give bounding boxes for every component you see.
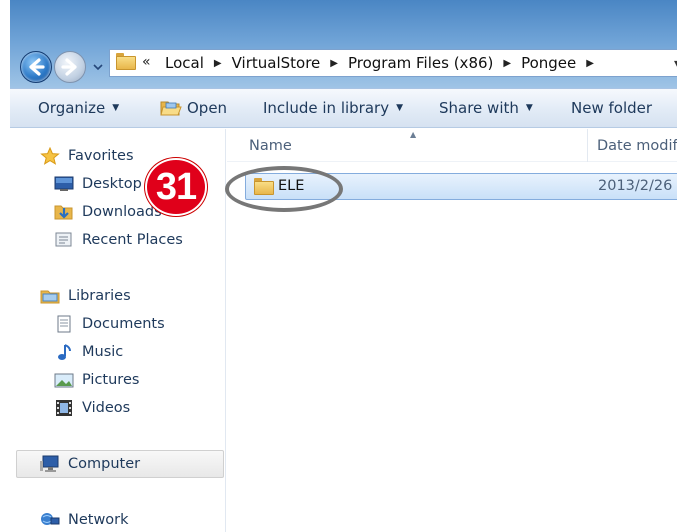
music-note-icon [58, 344, 71, 360]
nav-libraries-label: Libraries [68, 288, 131, 304]
nav-computer-label: Computer [68, 456, 141, 472]
forward-button[interactable] [54, 51, 86, 83]
nav-downloads[interactable]: Downloads [54, 203, 162, 221]
nav-recent-label: Recent Places [82, 232, 183, 248]
share-with-button[interactable]: Share with ▼ [439, 99, 533, 117]
nav-videos-label: Videos [82, 400, 131, 416]
breadcrumb-separator-icon[interactable]: ▶ [496, 58, 518, 69]
column-header: ▲ Name Date modif [227, 129, 677, 162]
nav-computer[interactable]: Computer [40, 455, 140, 473]
open-label: Open [187, 99, 228, 117]
explorer-window: « Local ▶ VirtualStore ▶ Program Files (… [10, 0, 677, 532]
sort-ascending-icon: ▲ [410, 130, 417, 139]
nav-pictures-label: Pictures [82, 372, 140, 388]
folder-icon [116, 53, 136, 70]
breadcrumb-item[interactable]: Local [162, 54, 207, 72]
new-folder-label: New folder [571, 99, 653, 117]
nav-desktop[interactable]: Desktop [54, 175, 142, 193]
dropdown-arrow-icon: ▼ [396, 103, 403, 113]
desktop-icon [54, 176, 74, 191]
nav-music[interactable]: Music [54, 343, 123, 361]
nav-downloads-label: Downloads [82, 204, 162, 220]
column-divider[interactable] [587, 129, 588, 162]
open-folder-icon [160, 101, 182, 116]
share-label: Share with [439, 99, 519, 117]
nav-favorites[interactable]: Favorites [40, 147, 134, 165]
breadcrumb-item[interactable]: VirtualStore [229, 54, 324, 72]
nav-recent-places[interactable]: Recent Places [54, 231, 183, 249]
arrow-right-icon [61, 58, 77, 76]
network-icon [41, 513, 60, 525]
organize-label: Organize [38, 99, 106, 117]
libraries-icon [40, 290, 60, 304]
column-date-header[interactable]: Date modif [597, 138, 677, 154]
back-button[interactable] [20, 51, 52, 83]
file-date: 2013/2/26 [598, 178, 673, 194]
breadcrumb-separator-icon[interactable]: ▶ [207, 58, 229, 69]
recent-pages-dropdown[interactable] [90, 59, 106, 75]
computer-icon [40, 455, 59, 472]
arrow-left-icon [29, 58, 45, 76]
include-label: Include in library [263, 99, 390, 117]
nav-documents-label: Documents [82, 316, 165, 332]
organize-button[interactable]: Organize ▼ [38, 99, 119, 117]
nav-pictures[interactable]: Pictures [54, 371, 139, 389]
breadcrumb: Local ▶ VirtualStore ▶ Program Files (x8… [162, 54, 601, 72]
nav-network-label: Network [68, 512, 129, 528]
include-in-library-button[interactable]: Include in library ▼ [263, 99, 403, 117]
nav-favorites-label: Favorites [68, 148, 134, 164]
film-strip-icon [56, 400, 72, 416]
chevron-down-icon [93, 64, 103, 71]
documents-icon [57, 315, 71, 333]
breadcrumb-separator-icon[interactable]: ▶ [579, 58, 601, 69]
step-number-badge: 31 [145, 158, 207, 216]
nav-desktop-label: Desktop [82, 176, 142, 192]
command-bar: Organize ▼ Open Include in library ▼ Sha… [10, 88, 677, 128]
nav-music-label: Music [82, 344, 124, 360]
open-button[interactable]: Open [160, 99, 227, 117]
recent-places-icon [55, 232, 72, 247]
breadcrumb-item[interactable]: Program Files (x86) [345, 54, 496, 72]
new-folder-button[interactable]: New folder [571, 99, 652, 117]
star-icon [40, 147, 60, 165]
highlight-ellipse [225, 166, 343, 212]
breadcrumb-item[interactable]: Pongee [518, 54, 579, 72]
overflow-chevrons[interactable]: « [142, 54, 151, 70]
breadcrumb-separator-icon[interactable]: ▶ [323, 58, 345, 69]
nav-videos[interactable]: Videos [54, 399, 130, 417]
nav-libraries[interactable]: Libraries [40, 287, 131, 305]
pictures-icon [54, 373, 74, 388]
nav-network[interactable]: Network [40, 511, 129, 529]
nav-documents[interactable]: Documents [54, 315, 165, 333]
downloads-folder-icon [54, 205, 73, 220]
column-name-header[interactable]: Name [249, 138, 292, 154]
dropdown-arrow-icon: ▼ [112, 103, 120, 113]
dropdown-arrow-icon: ▼ [525, 103, 533, 113]
address-bar[interactable]: « Local ▶ VirtualStore ▶ Program Files (… [109, 49, 677, 77]
